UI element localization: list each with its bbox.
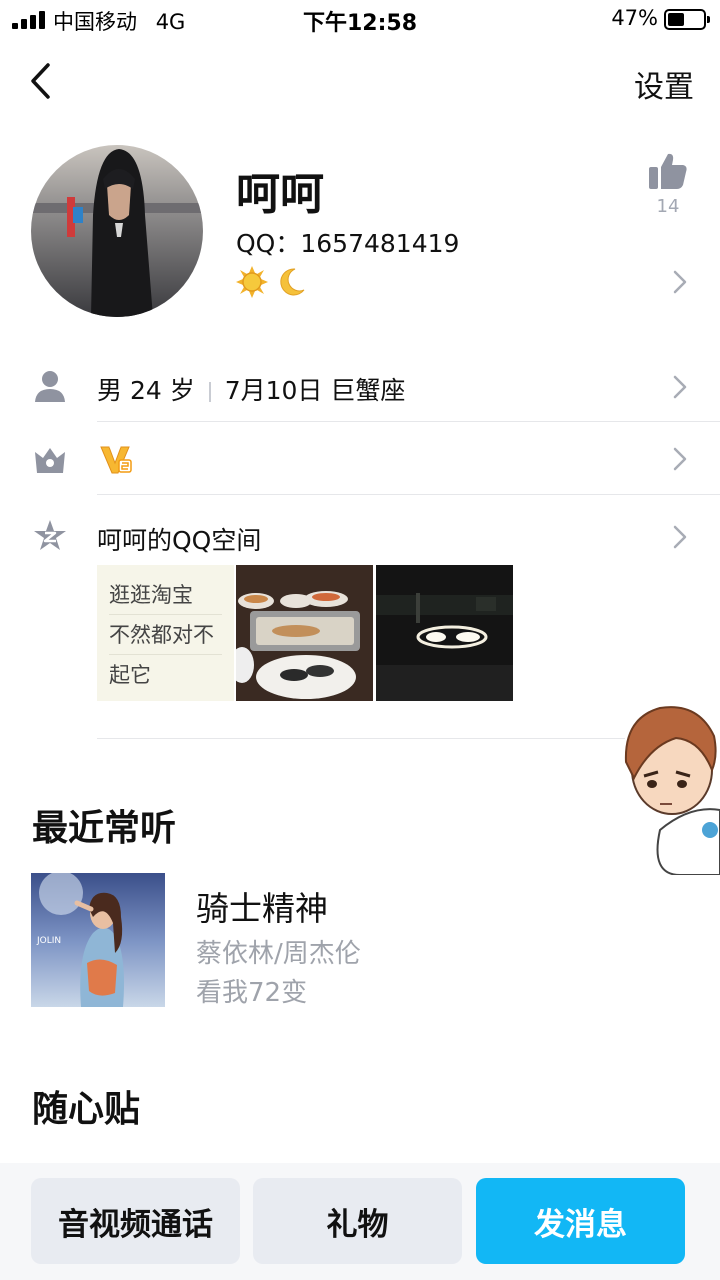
thumbs-up-icon [649, 153, 687, 189]
gift-button[interactable]: 礼物 [253, 1178, 462, 1264]
qzone-thumb-photo[interactable] [376, 565, 513, 701]
qq-number: 1657481419 [300, 229, 460, 258]
qzone-thumb-text[interactable]: 逛逛淘宝 不然都对不 起它 [97, 565, 234, 701]
divider [97, 494, 720, 495]
thumb-text-line: 不然都对不 [109, 615, 222, 655]
chevron-right-icon [673, 447, 687, 471]
battery-level [668, 13, 684, 26]
chevron-right-icon [673, 525, 687, 549]
avatar[interactable] [31, 145, 203, 317]
bottom-action-bar: 音视频通话 礼物 发消息 [0, 1163, 720, 1280]
battery-percent: 47% [611, 6, 658, 30]
qzone-label: 呵呵的QQ空间 [97, 526, 262, 555]
section-title-music: 最近常听 [32, 808, 177, 849]
song-artist: 蔡依林/周杰伦 [196, 939, 361, 969]
settings-button[interactable]: 设置 [634, 62, 694, 106]
chevron-right-icon [673, 375, 687, 399]
section-title-stickers: 随心贴 [32, 1089, 141, 1130]
like-button[interactable]: 14 [648, 152, 688, 217]
chevron-left-icon [31, 63, 50, 99]
back-button[interactable] [26, 62, 56, 100]
divider [97, 421, 720, 422]
album-cover[interactable]: JOLIN [31, 873, 165, 1007]
send-message-button[interactable]: 发消息 [476, 1178, 685, 1264]
qq-label: QQ： [236, 229, 301, 258]
birthday-zodiac: 7月10日 巨蟹座 [224, 376, 406, 405]
crown-icon [35, 448, 65, 473]
qq-number-line: QQ：1657481419 [236, 224, 459, 260]
mascot-sticker[interactable] [620, 700, 720, 876]
song-album: 看我72变 [196, 978, 308, 1008]
person-icon [35, 371, 65, 402]
basic-info-text: 男 24 岁 7月10日 巨蟹座 [97, 371, 405, 407]
divider [97, 738, 625, 739]
chevron-right-icon[interactable] [673, 270, 687, 294]
moon-icon [280, 268, 305, 296]
like-count: 14 [656, 196, 680, 217]
svg-text:JOLIN: JOLIN [36, 936, 61, 946]
thumb-text-line: 逛逛淘宝 [109, 575, 222, 615]
status-bar: 中国移动 4G 下午12:58 47% [0, 0, 720, 40]
av-call-button[interactable]: 音视频通话 [31, 1178, 240, 1264]
thumb-text-line: 起它 [109, 663, 151, 687]
song-title: 骑士精神 [196, 889, 328, 928]
star-icon [34, 520, 66, 550]
sun-icon [236, 266, 268, 298]
battery-icon [664, 9, 710, 30]
status-badges [236, 266, 307, 298]
gender-age: 男 24 岁 [97, 376, 195, 405]
vip-badge-icon [100, 446, 132, 474]
qzone-thumb-photo[interactable] [236, 565, 373, 701]
nickname: 呵呵 [236, 169, 324, 220]
